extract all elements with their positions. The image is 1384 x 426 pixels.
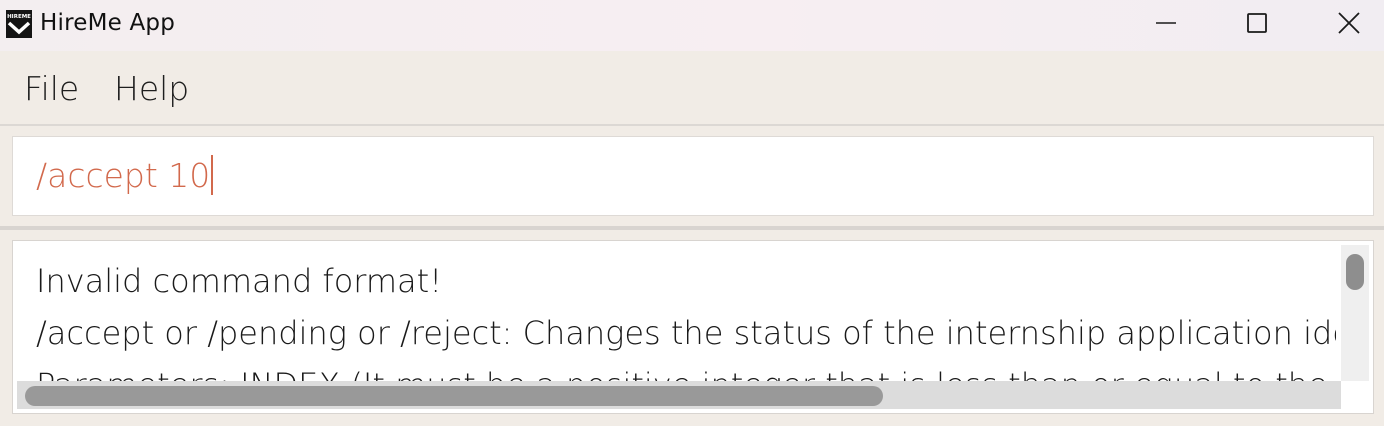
- menu-help[interactable]: Help: [114, 69, 189, 108]
- command-input-box[interactable]: /accept 10: [12, 136, 1374, 216]
- svg-text:HIREME: HIREME: [7, 14, 31, 20]
- title-bar: HIREME HireMe App: [0, 0, 1384, 51]
- scrollbar-corner: [1341, 381, 1369, 409]
- maximize-button[interactable]: [1211, 0, 1303, 46]
- menu-bar: File Help: [0, 51, 1384, 124]
- result-line: Invalid command format!: [36, 262, 443, 300]
- vertical-scrollbar-thumb[interactable]: [1346, 254, 1364, 290]
- maximize-icon: [1247, 13, 1267, 33]
- command-input[interactable]: /accept 10: [36, 155, 214, 195]
- menu-file[interactable]: File: [24, 69, 79, 108]
- result-display: Invalid command format! /accept or /pend…: [12, 240, 1374, 414]
- close-icon: [1338, 12, 1360, 34]
- window-title: HireMe App: [40, 10, 176, 36]
- divider: [0, 226, 1384, 230]
- minimize-icon: [1156, 22, 1176, 24]
- hireme-logo-icon: HIREME: [6, 10, 32, 38]
- divider: [0, 124, 1384, 126]
- minimize-button[interactable]: [1120, 0, 1212, 46]
- command-input-value: /accept 10: [36, 156, 211, 195]
- close-button[interactable]: [1303, 0, 1384, 46]
- result-text: Invalid command format! /accept or /pend…: [36, 255, 1336, 387]
- horizontal-scrollbar-thumb[interactable]: [25, 386, 883, 406]
- text-caret: [211, 155, 214, 195]
- result-line: /accept or /pending or /reject: Changes …: [36, 314, 1336, 352]
